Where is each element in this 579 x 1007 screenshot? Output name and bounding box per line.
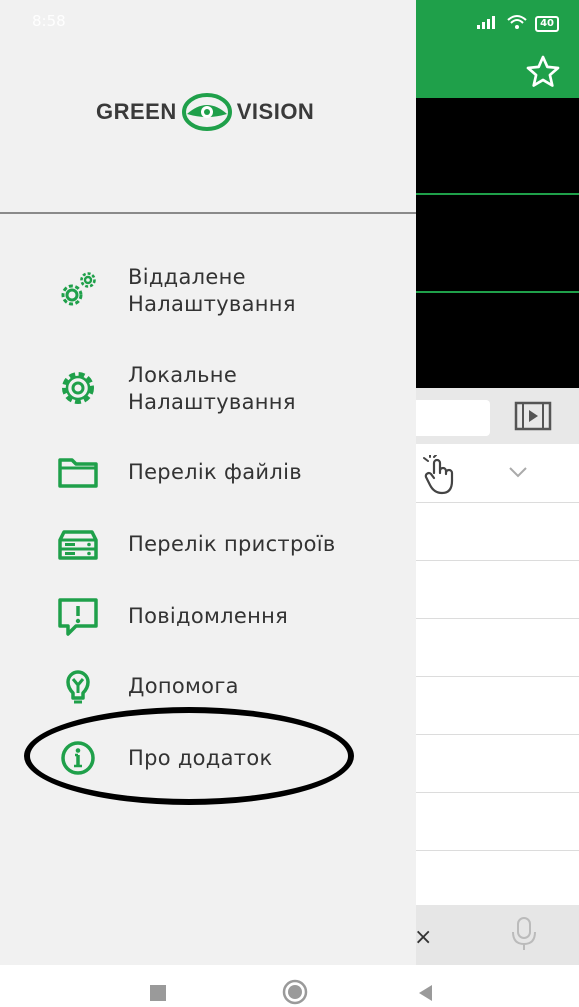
menu-label-remote-line1: Віддалене [128, 265, 246, 289]
help-lightbulb-icon [52, 664, 104, 708]
microphone-icon[interactable] [508, 916, 540, 952]
folder-icon [52, 450, 104, 494]
close-mark[interactable]: × [414, 925, 432, 950]
menu-item-local-settings[interactable]: Локальне Налаштування [52, 363, 295, 414]
gear-icon [52, 366, 104, 410]
signal-icon [477, 15, 499, 33]
menu-label-files: Перелік файлів [128, 460, 302, 484]
list-divider [390, 502, 579, 503]
list-divider [390, 618, 579, 619]
home-button-icon[interactable] [282, 979, 308, 1005]
favorite-star-icon[interactable] [525, 54, 561, 90]
list-divider [390, 850, 579, 851]
battery-indicator: 40 [535, 16, 559, 32]
chevron-down-icon[interactable] [506, 462, 530, 482]
drawer-status-time: 8:58 [32, 12, 66, 30]
recent-apps-button[interactable] [150, 985, 166, 1001]
brand-eye-icon [181, 93, 232, 131]
menu-item-remote-settings[interactable]: Віддалене Налаштування [52, 265, 295, 316]
system-nav-bar [0, 965, 579, 1007]
drawer-header: 8:58 GREEN VISION [0, 0, 416, 214]
menu-label-help: Допомога [128, 674, 239, 698]
device-dvr-icon [52, 522, 104, 566]
remote-settings-gears-icon [52, 268, 104, 312]
menu-item-help[interactable]: Допомога [52, 664, 239, 708]
touch-hand-icon[interactable] [420, 455, 462, 497]
navigation-drawer: 8:58 GREEN VISION Віддалене Налаштування [0, 0, 416, 965]
menu-label-local-line2: Налаштування [128, 390, 296, 414]
list-divider [390, 734, 579, 735]
menu-label-local-line1: Локальне [128, 363, 238, 387]
highlight-annotation-oval [24, 707, 354, 805]
menu-label-remote-line2: Налаштування [128, 292, 296, 316]
menu-label-messages: Повідомлення [128, 604, 289, 628]
back-button-icon[interactable] [416, 983, 434, 1003]
brand-logo: GREEN VISION [96, 90, 314, 134]
menu-item-file-list[interactable]: Перелік файлів [52, 450, 302, 494]
brand-text-left: GREEN [96, 99, 177, 124]
menu-item-device-list[interactable]: Перелік пристроїв [52, 522, 335, 566]
message-alert-icon [52, 594, 104, 638]
wifi-icon [507, 14, 527, 34]
film-playback-icon[interactable] [514, 401, 552, 431]
brand-text-right: VISION [236, 99, 315, 124]
list-divider [390, 792, 579, 793]
status-icons: 40 [477, 14, 559, 34]
list-divider [390, 676, 579, 677]
menu-item-messages[interactable]: Повідомлення [52, 594, 288, 638]
menu-label-devices: Перелік пристроїв [128, 532, 336, 556]
list-divider [390, 560, 579, 561]
